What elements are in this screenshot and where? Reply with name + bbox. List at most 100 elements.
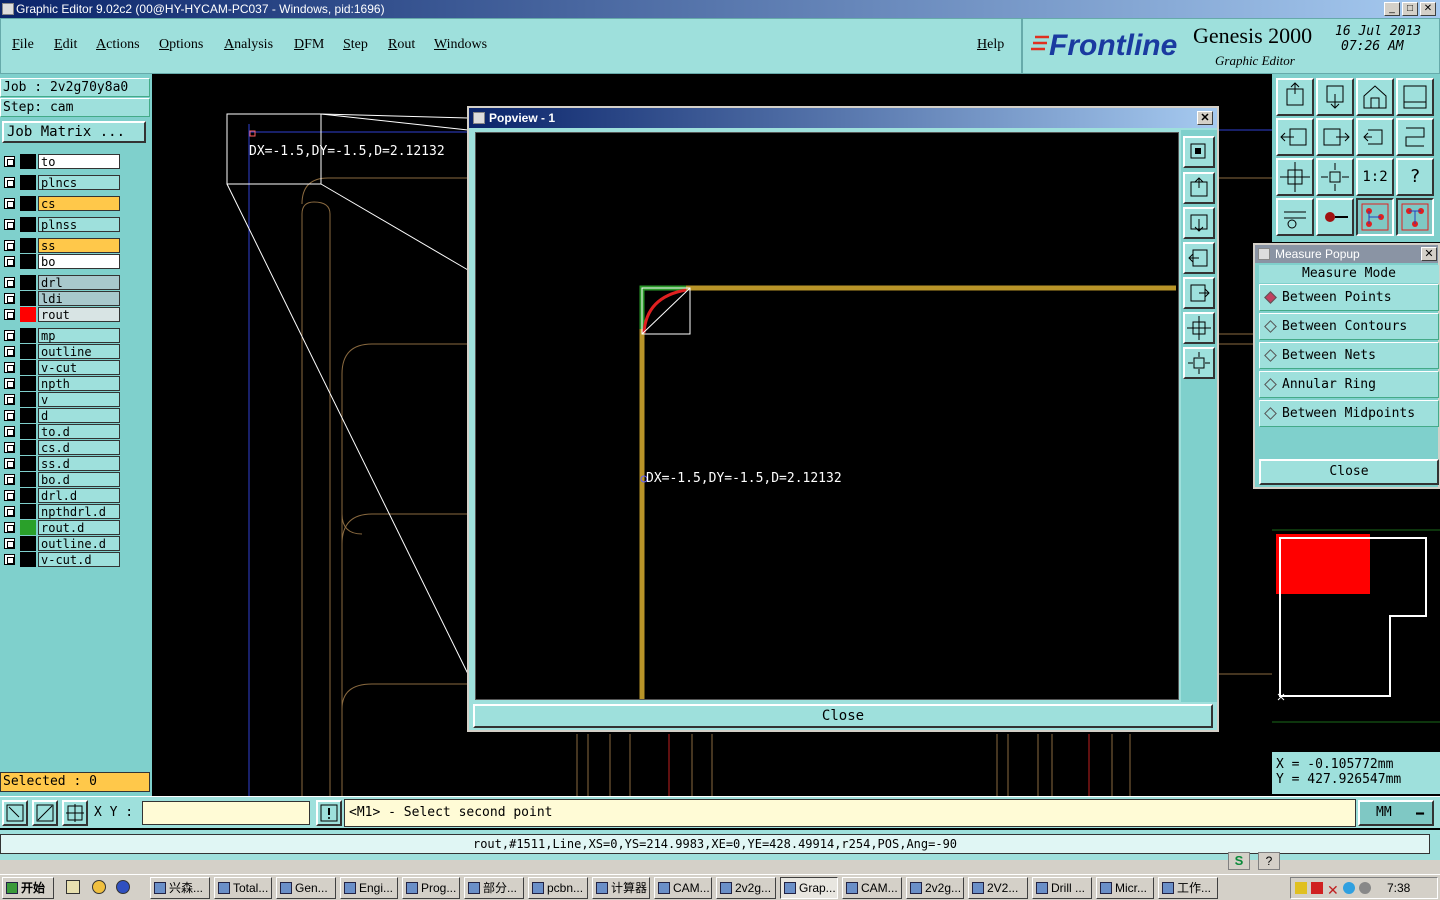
menu-edit[interactable]: Edit xyxy=(54,37,77,53)
zoom-ratio-button[interactable]: 1:2 xyxy=(1356,158,1394,196)
layer-color-swatch[interactable] xyxy=(20,344,36,359)
layer-row-outline.d[interactable]: outline.d xyxy=(2,536,120,551)
browser-icon[interactable] xyxy=(92,880,106,894)
layer-name[interactable]: bo xyxy=(38,254,120,269)
layer-color-swatch[interactable] xyxy=(20,217,36,232)
layer-name[interactable]: rout.d xyxy=(38,520,120,535)
layer-name[interactable]: drl xyxy=(38,275,120,290)
layer-checkbox[interactable] xyxy=(4,378,15,389)
taskbar-item[interactable]: Micr... xyxy=(1096,877,1154,899)
layer-name[interactable]: cs.d xyxy=(38,440,120,455)
option-between-midpoints[interactable]: Between Midpoints xyxy=(1259,400,1439,427)
taskbar-item[interactable]: 计算器 xyxy=(592,877,650,899)
layer-row-rout[interactable]: rout xyxy=(2,307,120,322)
job-matrix-button[interactable]: Job Matrix ... xyxy=(2,121,146,143)
help-tray-icon[interactable]: ? xyxy=(1258,852,1280,870)
tray-close-icon[interactable]: ✕ xyxy=(1327,880,1339,900)
layer-name[interactable]: plncs xyxy=(38,175,120,190)
layer-name[interactable]: ldi xyxy=(38,291,120,306)
net-snap-icon[interactable] xyxy=(1356,198,1394,236)
layer-name[interactable]: cs xyxy=(38,196,120,211)
layer-color-swatch[interactable] xyxy=(20,424,36,439)
layer-color-swatch[interactable] xyxy=(20,154,36,169)
layer-color-swatch[interactable] xyxy=(20,504,36,519)
layer-checkbox[interactable] xyxy=(4,256,15,267)
taskbar-item[interactable]: 2V2... xyxy=(968,877,1028,899)
popview-zoom-fit-icon[interactable] xyxy=(1183,312,1215,344)
layer-color-swatch[interactable] xyxy=(20,392,36,407)
menu-step[interactable]: Step xyxy=(343,37,368,53)
maximize-button[interactable]: □ xyxy=(1402,2,1418,16)
layer-name[interactable]: v-cut.d xyxy=(38,552,120,567)
layer-name[interactable]: v xyxy=(38,392,120,407)
menu-file[interactable]: File xyxy=(12,37,34,53)
layer-color-swatch[interactable] xyxy=(20,520,36,535)
minimize-button[interactable]: _ xyxy=(1384,2,1400,16)
layer-checkbox[interactable] xyxy=(4,522,15,533)
select-mode-icon[interactable] xyxy=(2,800,28,826)
menu-rout[interactable]: Rout xyxy=(388,37,415,53)
popview-zoom-out-icon[interactable] xyxy=(1183,347,1215,379)
measure-close-button[interactable]: Close xyxy=(1259,459,1439,485)
layer-name[interactable]: npthdrl.d xyxy=(38,504,120,519)
alert-icon[interactable] xyxy=(316,800,342,826)
option-between-contours[interactable]: Between Contours xyxy=(1259,313,1439,340)
taskbar-item[interactable]: Prog... xyxy=(402,877,460,899)
layer-name[interactable]: plnss xyxy=(38,217,120,232)
redraw-icon[interactable] xyxy=(1396,118,1434,156)
menu-options[interactable]: Options xyxy=(159,37,203,53)
layer-color-swatch[interactable] xyxy=(20,376,36,391)
media-icon[interactable] xyxy=(116,880,130,894)
layer-color-swatch[interactable] xyxy=(20,488,36,503)
layer-name[interactable]: mp xyxy=(38,328,120,343)
layer-color-swatch[interactable] xyxy=(20,536,36,551)
layer-color-swatch[interactable] xyxy=(20,196,36,211)
taskbar-item[interactable]: Drill ... xyxy=(1032,877,1092,899)
layer-color-swatch[interactable] xyxy=(20,360,36,375)
tray-app-icon[interactable] xyxy=(1295,882,1307,894)
measure-snap-icon[interactable] xyxy=(1396,198,1434,236)
taskbar-item[interactable]: 2v2g... xyxy=(716,877,776,899)
layer-checkbox[interactable] xyxy=(4,330,15,341)
popview-zoom-in-icon[interactable] xyxy=(1183,136,1215,168)
zoom-out-icon[interactable] xyxy=(1316,158,1354,196)
taskbar-item[interactable]: CAM... xyxy=(842,877,902,899)
layer-color-swatch[interactable] xyxy=(20,238,36,253)
layer-row-cs.d[interactable]: cs.d xyxy=(2,440,120,455)
layer-color-swatch[interactable] xyxy=(20,307,36,322)
layer-name[interactable]: rout xyxy=(38,307,120,322)
popview-pan-down-icon[interactable] xyxy=(1183,207,1215,239)
layer-checkbox[interactable] xyxy=(4,362,15,373)
layer-checkbox[interactable] xyxy=(4,554,15,565)
measure-mode-icon[interactable] xyxy=(32,800,58,826)
layer-checkbox[interactable] xyxy=(4,442,15,453)
taskbar-item[interactable]: 2v2g... xyxy=(906,877,964,899)
menu-analysis[interactable]: Analysis xyxy=(224,37,273,53)
start-button[interactable]: 开始 xyxy=(2,877,54,899)
menu-windows[interactable]: Windows xyxy=(434,37,487,53)
layer-row-v-cut[interactable]: v-cut xyxy=(2,360,120,375)
layer-color-swatch[interactable] xyxy=(20,408,36,423)
layer-color-swatch[interactable] xyxy=(20,440,36,455)
layer-name[interactable]: bo.d xyxy=(38,472,120,487)
menu-actions[interactable]: Actions xyxy=(96,37,140,53)
layer-name[interactable]: ss.d xyxy=(38,456,120,471)
layer-name[interactable]: outline.d xyxy=(38,536,120,551)
layer-row-plncs[interactable]: plncs xyxy=(2,175,120,190)
layer-checkbox[interactable] xyxy=(4,219,15,230)
layer-row-drl[interactable]: drl xyxy=(2,275,120,290)
grid-snap-icon[interactable] xyxy=(62,800,88,826)
layer-checkbox[interactable] xyxy=(4,426,15,437)
layer-row-ldi[interactable]: ldi xyxy=(2,291,120,306)
option-between-nets[interactable]: Between Nets xyxy=(1259,342,1439,369)
popview-canvas[interactable]: DX=-1.5,DY=-1.5,D=2.12132 xyxy=(475,132,1179,700)
layer-row-to.d[interactable]: to.d xyxy=(2,424,120,439)
taskbar-item[interactable]: 兴森... xyxy=(150,877,210,899)
taskbar-item[interactable]: Total... xyxy=(214,877,272,899)
layer-row-plnss[interactable]: plnss xyxy=(2,217,120,232)
taskbar-item[interactable]: CAM... xyxy=(654,877,712,899)
pan-down-icon[interactable] xyxy=(1316,78,1354,116)
layer-name[interactable]: to.d xyxy=(38,424,120,439)
option-between-points[interactable]: Between Points xyxy=(1259,284,1439,311)
overview-map[interactable] xyxy=(1272,490,1440,750)
